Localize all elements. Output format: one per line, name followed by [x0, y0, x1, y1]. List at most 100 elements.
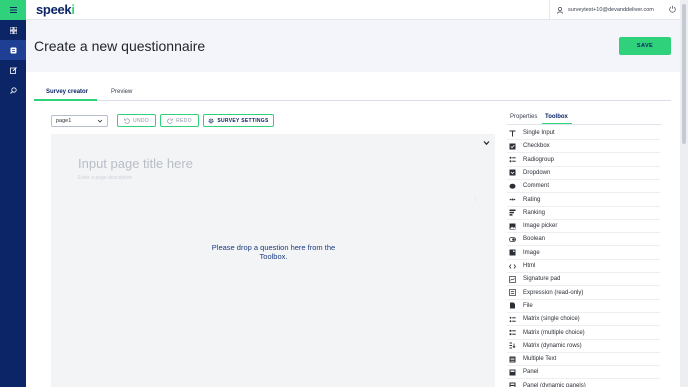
html-icon [509, 263, 516, 270]
survey-icon [10, 47, 16, 53]
page-scrollbar-thumb[interactable] [682, 4, 686, 144]
user-email: surveytest+10@devanddeliver.com [568, 7, 654, 13]
sidebar [0, 0, 26, 387]
toolbox-item-label: Dropdown [523, 169, 551, 176]
comment-icon [509, 183, 516, 190]
undo-button[interactable]: UNDO [117, 114, 156, 127]
text-input-icon [509, 130, 516, 137]
sidebar-item-dashboard[interactable] [0, 20, 26, 40]
page-title: Create a new questionnaire [34, 38, 206, 54]
page-select-value: page1 [56, 118, 72, 124]
sidebar-item-search[interactable] [0, 80, 26, 100]
toolbox-item-label: Matrix (multiple choice) [523, 329, 585, 336]
toolbox-item-label: Rating [523, 196, 541, 203]
toolbox-item-label: Signature pad [523, 276, 561, 283]
toolbox-item[interactable]: Image [507, 247, 660, 260]
undo-icon [124, 118, 130, 124]
sidebar-item-surveys[interactable] [0, 40, 26, 60]
image-picker-icon [509, 223, 516, 230]
toolbox-item[interactable]: Html [507, 260, 660, 273]
multiple-text-icon [509, 356, 516, 363]
toolbox-item-label: Image [523, 249, 540, 256]
toolbox-item[interactable]: File [507, 300, 660, 313]
radiogroup-icon [509, 156, 516, 163]
toolbox-item[interactable]: Matrix (single choice) [507, 313, 660, 327]
search-icon [9, 86, 17, 94]
toolbox-item[interactable]: Radiogroup [507, 154, 660, 167]
tab-properties[interactable]: Properties [510, 114, 537, 120]
toolbox-item[interactable]: Matrix (multiple choice) [507, 327, 660, 340]
toolbox-item-label: Image picker [523, 223, 558, 230]
toolbox-item[interactable]: Single Input [507, 127, 660, 140]
toolbox-item-label: Expression (read-only) [523, 289, 584, 296]
matrix-dynamic-icon [509, 342, 516, 349]
tab-toolbox[interactable]: Toolbox [545, 114, 568, 120]
toolbox-item[interactable]: Panel [507, 366, 660, 380]
gear-icon [208, 118, 214, 123]
editor-tabs: Survey creator Preview [34, 86, 671, 101]
redo-icon [167, 118, 173, 124]
toolbox-item[interactable]: Ranking [507, 207, 660, 220]
panel-splitter-handle[interactable]: ⋮ [473, 196, 478, 202]
toolbox-item-label: Checkbox [523, 143, 550, 150]
toolbox-item-label: Matrix (dynamic rows) [523, 342, 582, 349]
matrix-multiple-icon [509, 329, 516, 336]
active-tab-indicator [34, 99, 97, 101]
sidebar-item-editor[interactable] [0, 60, 26, 80]
power-icon[interactable] [669, 5, 676, 13]
survey-settings-button[interactable]: SURVEY SETTINGS [203, 114, 274, 127]
speeki-logo[interactable]: speeki [36, 2, 75, 17]
toolbox-item-label: Comment [523, 183, 550, 190]
top-bar: speeki surveytest+10@devanddeliver.com [26, 0, 680, 20]
toolbox-item-label: Matrix (single choice) [523, 316, 580, 323]
rating-icon [509, 196, 516, 203]
toolbox-item-label: Multiple Text [523, 356, 557, 363]
toolbox-item-label: Panel (dynamic panels) [523, 382, 586, 387]
save-button[interactable]: SAVE [619, 37, 671, 55]
toolbox-item-label: Ranking [523, 209, 546, 216]
user-menu[interactable]: surveytest+10@devanddeliver.com [549, 0, 654, 20]
tab-survey-creator[interactable]: Survey creator [46, 89, 88, 95]
collapse-icon[interactable] [483, 140, 490, 146]
chevron-down-icon [97, 119, 103, 123]
dropdown-icon [509, 169, 516, 176]
page-select[interactable]: page1 [51, 115, 108, 127]
app-window: { "brand": {"logo_text": "speek", "logo_… [0, 0, 688, 387]
toolbox-item-label: Radiogroup [523, 156, 555, 163]
ranking-icon [509, 209, 516, 216]
toolbox-item[interactable]: Matrix (dynamic rows) [507, 340, 660, 353]
toolbox-item[interactable]: Multiple Text [507, 353, 660, 367]
toolbox-item-label: Html [523, 263, 536, 269]
page-title-input[interactable]: Input page title here [78, 156, 193, 171]
toolbox-item[interactable]: Comment [507, 180, 660, 194]
toolbox-item[interactable]: Image picker [507, 220, 660, 234]
signature-icon [509, 275, 516, 283]
edit-icon [9, 66, 17, 74]
tab-preview[interactable]: Preview [111, 89, 132, 95]
toolbox-item-label: Boolean [523, 236, 546, 243]
toolbox-item[interactable]: Rating [507, 194, 660, 207]
toolbox-item[interactable]: Panel (dynamic panels) [507, 380, 660, 387]
toolbox-item[interactable]: Signature pad [507, 273, 660, 287]
menu-toggle-button[interactable] [0, 0, 26, 20]
toolbox-item[interactable]: Dropdown [507, 167, 660, 180]
dashboard-icon [9, 26, 17, 34]
panel-icon [509, 369, 516, 376]
toolbox-item[interactable]: Checkbox [507, 140, 660, 154]
matrix-single-icon [509, 316, 516, 323]
toolbox-item[interactable]: Expression (read-only) [507, 287, 660, 300]
toolbox-item-label: Single Input [523, 130, 555, 136]
menu-icon [9, 7, 17, 13]
design-surface[interactable]: Input page title here Enter a page descr… [51, 134, 495, 387]
toolbox-item-label: Panel [523, 369, 539, 376]
user-icon [557, 6, 563, 14]
dynamic-panel-icon [509, 382, 516, 387]
page-description-input[interactable]: Enter a page description [78, 175, 132, 181]
toolbox-item[interactable]: Boolean [507, 233, 660, 247]
checkbox-icon [509, 143, 516, 150]
file-icon [509, 302, 516, 309]
image-icon [509, 249, 516, 256]
toolbox-item-label: File [523, 302, 533, 309]
boolean-icon [509, 236, 516, 243]
redo-button[interactable]: REDO [160, 114, 199, 127]
